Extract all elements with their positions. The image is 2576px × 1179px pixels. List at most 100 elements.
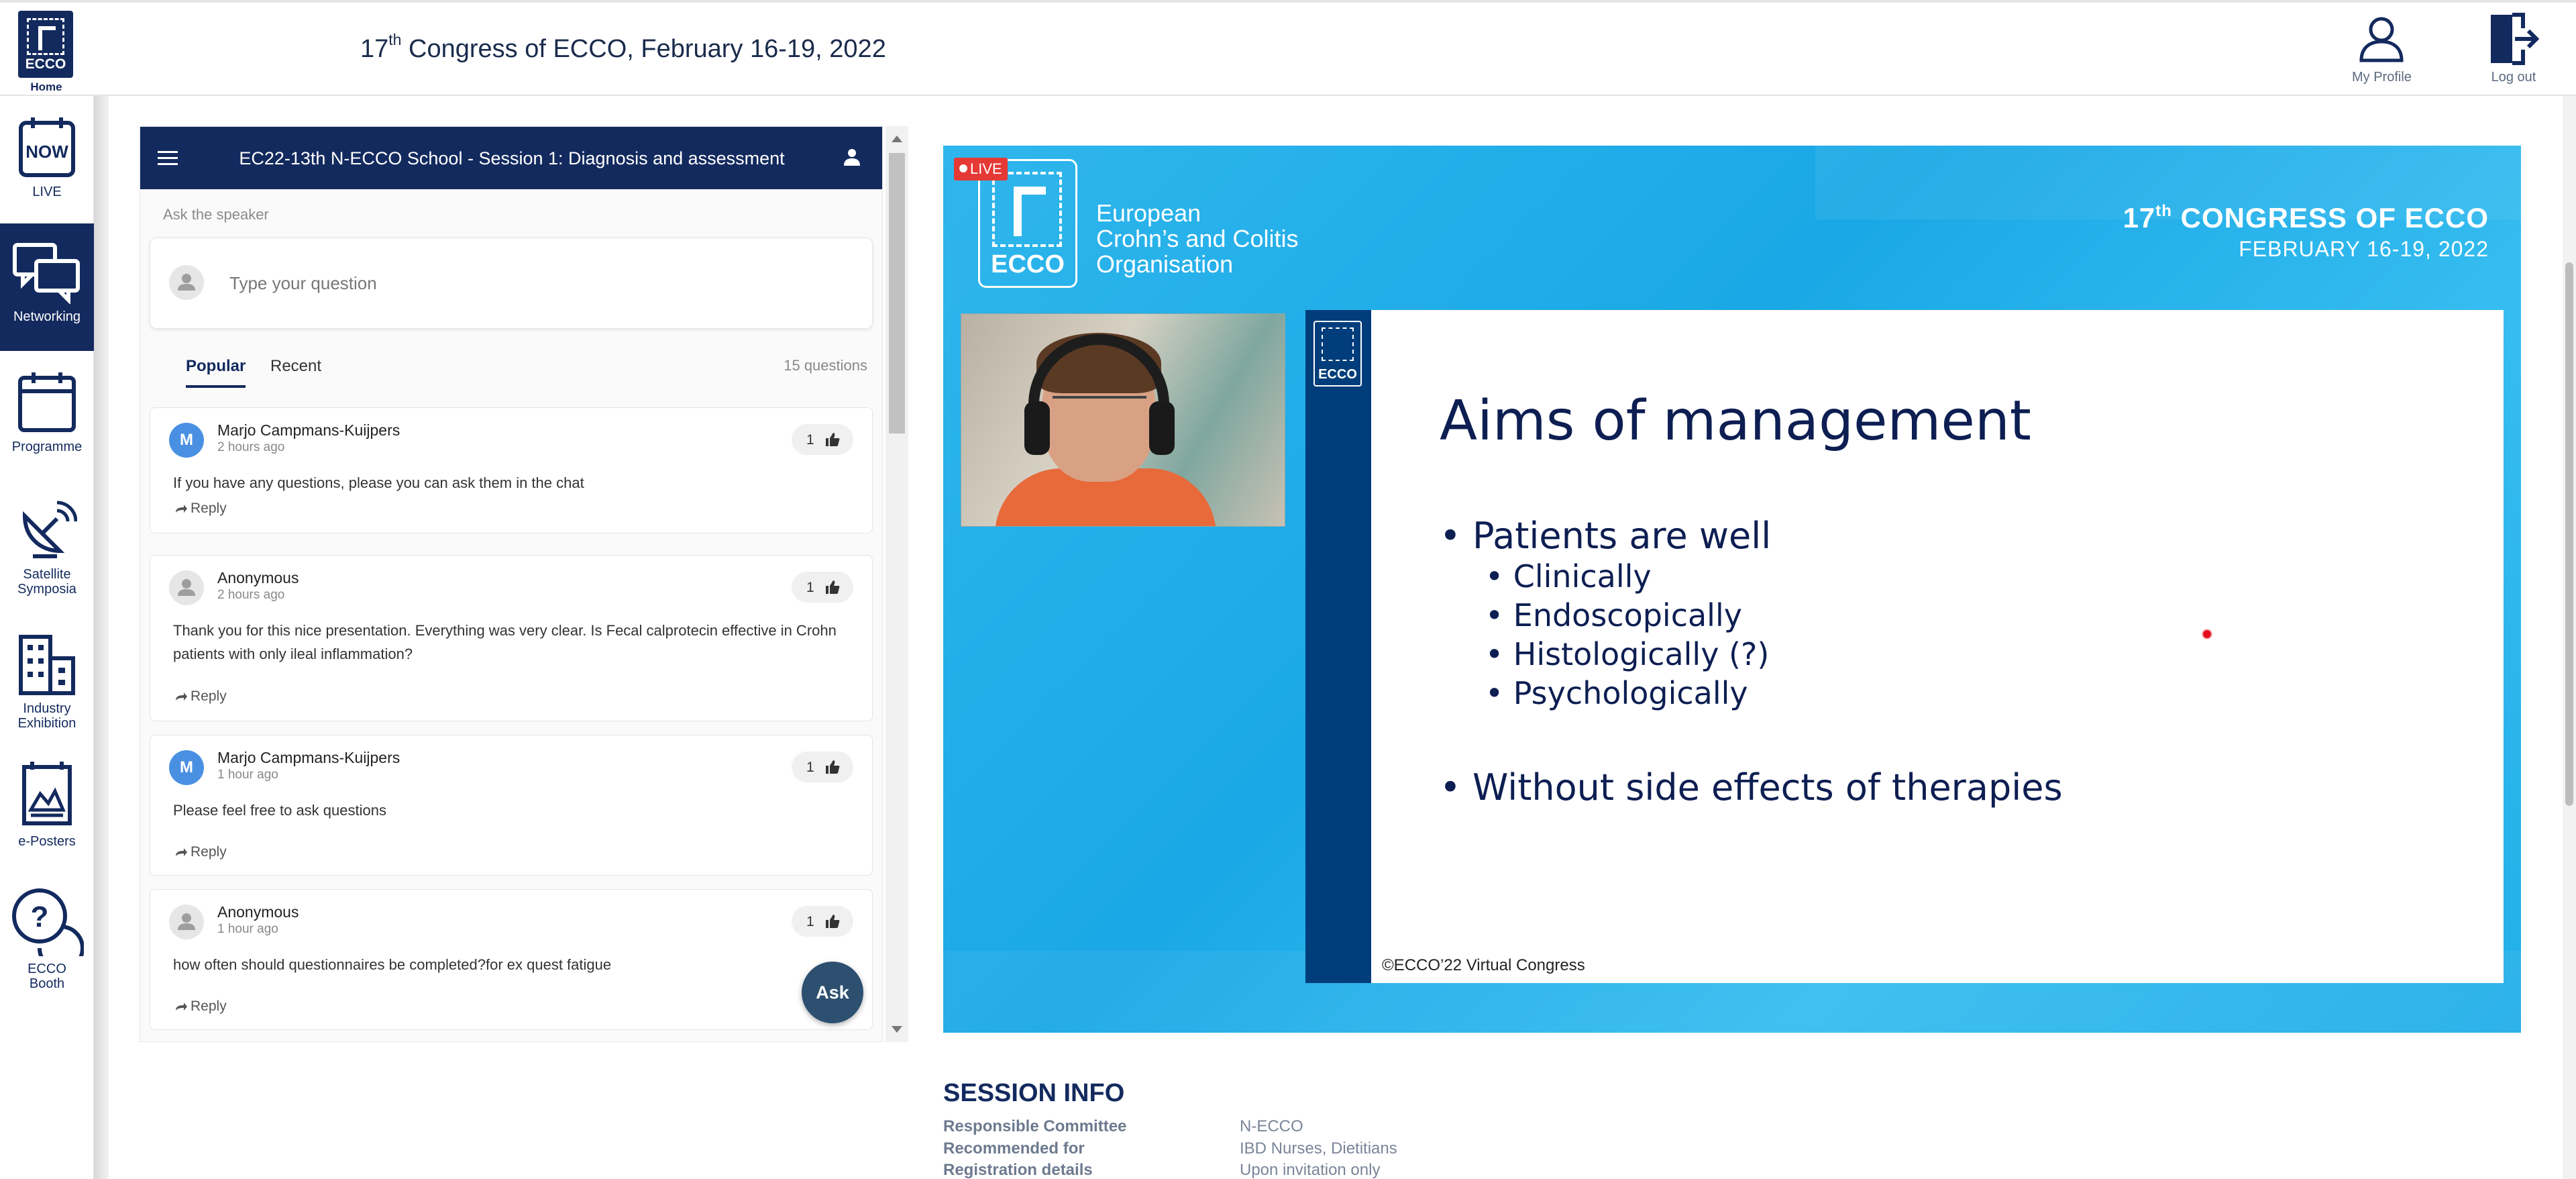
scroll-up-icon[interactable] <box>892 136 902 142</box>
home-button[interactable]: ECCO Home <box>18 11 74 95</box>
live-video-player[interactable]: ECCO LIVE European Crohn’s and Colitis O… <box>943 146 2521 1033</box>
poster-icon <box>22 762 72 825</box>
thumbs-up-icon <box>826 433 840 446</box>
ask-button[interactable]: Ask <box>802 962 863 1023</box>
avatar <box>169 905 204 939</box>
question-input-placeholder: Type your question <box>229 273 377 293</box>
reply-arrow-icon <box>176 848 187 857</box>
calendar-icon <box>18 372 76 432</box>
avatar: M <box>169 750 204 785</box>
slide-title: Aims of management <box>1440 389 2031 453</box>
logout-icon <box>2491 13 2540 65</box>
home-label: Home <box>30 81 62 93</box>
thumbs-up-icon <box>826 580 840 594</box>
question-time: 1 hour ago <box>217 768 278 782</box>
question-text: Thank you for this nice presentation. Ev… <box>173 622 837 662</box>
like-count: 1 <box>806 580 814 595</box>
reply-arrow-icon <box>176 505 187 513</box>
question-count: 15 questions <box>784 357 867 374</box>
slide-bullet: • Patients are well <box>1440 515 1772 557</box>
qa-scrollbar[interactable] <box>885 126 908 1042</box>
info-value: Upon invitation only <box>1240 1161 1381 1179</box>
reply-button[interactable]: Reply <box>174 688 227 705</box>
reply-button[interactable]: Reply <box>174 844 227 860</box>
sidebar-item-label: ECCO <box>28 962 66 976</box>
my-profile-button[interactable]: My Profile <box>2352 12 2412 85</box>
page-scrollbar-thumb[interactable] <box>2565 262 2573 806</box>
question-card: M Marjo Campmans-Kuijpers 1 hour ago 1 P… <box>150 735 873 876</box>
sidebar-nav: NOW LIVE Networking Programme Satellite <box>0 96 94 1179</box>
person-icon <box>178 274 195 291</box>
sidebar-shadow <box>94 96 109 1179</box>
page-scrollbar[interactable] <box>2563 96 2576 1179</box>
svg-text:?: ? <box>31 901 49 933</box>
sidebar-item-satellite-symposia[interactable]: Satellite Symposia <box>0 478 94 606</box>
qa-tabs: Popular Recent 15 questions <box>163 357 867 391</box>
sidebar-item-label: Exhibition <box>17 716 76 731</box>
avatar <box>169 265 204 300</box>
live-badge: LIVE <box>954 158 1008 181</box>
organisation-name: European Crohn’s and Colitis Organisatio… <box>1096 199 1299 278</box>
sidebar-item-programme[interactable]: Programme <box>0 351 94 478</box>
speaker-webcam <box>961 313 1285 527</box>
question-text: how often should questionnaires be compl… <box>173 956 612 973</box>
slide-sub-bullet: • Histologically (?) <box>1485 636 1770 672</box>
author-name: Marjo Campmans-Kuijpers <box>217 421 400 439</box>
qa-scrollbar-thumb[interactable] <box>889 153 905 433</box>
reply-arrow-icon <box>176 693 187 701</box>
person-icon[interactable] <box>842 147 862 167</box>
svg-text:NOW: NOW <box>25 142 68 162</box>
question-card: M Marjo Campmans-Kuijpers 2 hours ago 1 … <box>150 407 873 533</box>
sidebar-item-label: Satellite <box>23 567 71 582</box>
question-card: Anonymous 2 hours ago 1 Thank you for th… <box>150 555 873 721</box>
question-text: If you have any questions, please you ca… <box>173 474 584 491</box>
sidebar-item-label: LIVE <box>32 185 62 199</box>
question-time: 2 hours ago <box>217 440 285 454</box>
help-bubble-icon: ? <box>12 888 84 956</box>
info-value: IBD Nurses, Dietitians <box>1240 1139 1397 1158</box>
info-key: Recommended for <box>943 1139 1085 1158</box>
now-icon: NOW <box>19 117 75 177</box>
session-info-title: SESSION INFO <box>943 1079 1125 1107</box>
tab-recent[interactable]: Recent <box>270 357 321 385</box>
like-button[interactable]: 1 <box>792 906 853 937</box>
author-name: Anonymous <box>217 569 299 586</box>
ecco-logo-icon: ECCO <box>18 11 73 78</box>
sidebar-item-label: Industry <box>23 701 71 716</box>
slide-copyright: ©ECCO’22 Virtual Congress <box>1382 956 1585 974</box>
slide-sub-bullet: • Endoscopically <box>1485 597 1742 633</box>
like-count: 1 <box>806 914 814 929</box>
like-button[interactable]: 1 <box>792 424 853 455</box>
slide-sub-bullet: • Psychologically <box>1485 675 1748 711</box>
person-icon <box>178 579 195 596</box>
question-card: Anonymous 1 hour ago 1 how often should … <box>150 889 873 1030</box>
reply-button[interactable]: Reply <box>174 501 227 517</box>
satellite-icon <box>22 501 77 558</box>
sidebar-item-live[interactable]: NOW LIVE <box>0 96 94 223</box>
buildings-icon <box>19 635 75 695</box>
ask-the-speaker-label: Ask the speaker <box>163 206 269 223</box>
sidebar-item-industry-exhibition[interactable]: Industry Exhibition <box>0 613 94 740</box>
logout-button[interactable]: Log out <box>2485 12 2542 85</box>
tab-popular[interactable]: Popular <box>186 357 246 388</box>
sidebar-item-label: Networking <box>13 309 81 324</box>
logout-label: Log out <box>2491 70 2536 85</box>
question-input[interactable]: Type your question <box>150 238 873 329</box>
laser-pointer-icon <box>2203 630 2211 638</box>
sidebar-item-e-posters[interactable]: e-Posters <box>0 740 94 868</box>
page-title: 17th Congress of ECCO, February 16-19, 2… <box>360 31 886 63</box>
ecco-small-logo-icon: ECCO <box>1313 321 1362 387</box>
sidebar-item-networking[interactable]: Networking <box>0 223 94 351</box>
my-profile-label: My Profile <box>2352 70 2412 85</box>
like-count: 1 <box>806 432 814 448</box>
top-header: ECCO Home 17th Congress of ECCO, Februar… <box>0 0 2576 96</box>
sidebar-item-ecco-booth[interactable]: ? ECCO Booth <box>0 868 94 995</box>
info-key: Responsible Committee <box>943 1117 1127 1135</box>
thumbs-up-icon <box>826 760 840 774</box>
scroll-down-icon[interactable] <box>892 1026 902 1033</box>
avatar <box>169 570 204 605</box>
like-button[interactable]: 1 <box>792 572 853 603</box>
session-title: EC22-13th N-ECCO School - Session 1: Dia… <box>239 148 785 168</box>
like-button[interactable]: 1 <box>792 752 853 782</box>
reply-button[interactable]: Reply <box>174 998 227 1015</box>
